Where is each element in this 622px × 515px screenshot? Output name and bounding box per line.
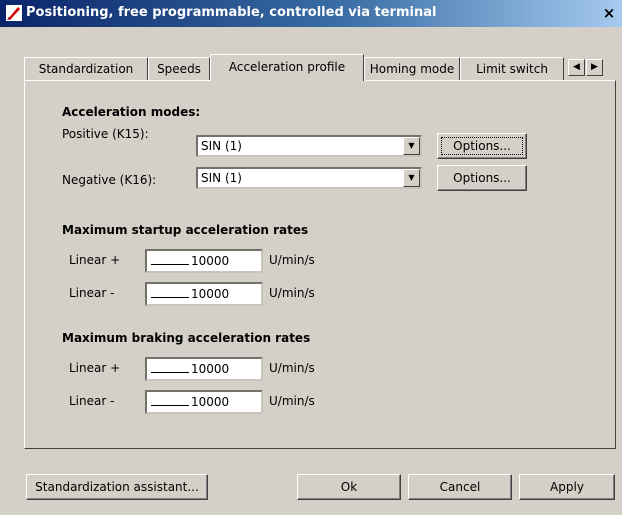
tab-strip: Standardization Speeds Acceleration prof…: [24, 54, 616, 81]
acceleration-profile-panel: Acceleration modes: Positive (K15): SIN …: [24, 80, 616, 449]
startup-linear-plus-unit: U/min/s: [269, 253, 315, 267]
apply-button[interactable]: Apply: [519, 474, 615, 500]
tab-scroll-left-icon[interactable]: ◀: [568, 59, 585, 76]
startup-linear-plus-input[interactable]: 10000: [145, 249, 263, 273]
braking-linear-plus-value: 10000: [191, 362, 230, 376]
positive-mode-dropdown[interactable]: SIN (1) ▼: [196, 135, 422, 157]
negative-options-button[interactable]: Options...: [437, 165, 527, 191]
positive-mode-value: SIN (1): [201, 139, 242, 153]
ok-button[interactable]: Ok: [297, 474, 401, 500]
braking-linear-plus-input[interactable]: 10000: [145, 357, 263, 381]
title-bar: Positioning, free programmable, controll…: [0, 0, 622, 27]
tab-speeds[interactable]: Speeds: [148, 57, 210, 80]
startup-linear-minus-label: Linear -: [69, 286, 115, 300]
startup-linear-minus-value: 10000: [191, 287, 230, 301]
close-icon[interactable]: ×: [600, 4, 618, 22]
startup-linear-plus-label: Linear +: [69, 253, 121, 267]
tab-homing-mode[interactable]: Homing mode: [364, 57, 460, 80]
tab-standardization[interactable]: Standardization: [24, 57, 148, 80]
braking-acceleration-heading: Maximum braking acceleration rates: [62, 331, 311, 345]
braking-linear-minus-value: 10000: [191, 395, 230, 409]
cancel-button[interactable]: Cancel: [408, 474, 512, 500]
startup-linear-minus-unit: U/min/s: [269, 286, 315, 300]
acceleration-modes-heading: Acceleration modes:: [62, 105, 201, 119]
braking-linear-plus-unit: U/min/s: [269, 361, 315, 375]
window-title: Positioning, free programmable, controll…: [26, 5, 437, 20]
positive-k15-label: Positive (K15):: [62, 127, 149, 141]
tab-limit-switch[interactable]: Limit switch: [460, 57, 564, 80]
negative-mode-dropdown[interactable]: SIN (1) ▼: [196, 167, 422, 189]
app-icon: [6, 5, 22, 21]
braking-linear-minus-label: Linear -: [69, 394, 115, 408]
braking-linear-plus-label: Linear +: [69, 361, 121, 375]
chevron-down-icon[interactable]: ▼: [403, 137, 420, 155]
standardization-assistant-button[interactable]: Standardization assistant...: [26, 474, 208, 500]
tab-acceleration-profile[interactable]: Acceleration profile: [210, 54, 364, 81]
negative-mode-value: SIN (1): [201, 171, 242, 185]
startup-acceleration-heading: Maximum startup acceleration rates: [62, 223, 309, 237]
tab-scroll-right-icon[interactable]: ▶: [586, 59, 603, 76]
startup-linear-plus-value: 10000: [191, 254, 230, 268]
chevron-down-icon[interactable]: ▼: [403, 169, 420, 187]
startup-linear-minus-input[interactable]: 10000: [145, 282, 263, 306]
negative-k16-label: Negative (K16):: [62, 173, 157, 187]
braking-linear-minus-input[interactable]: 10000: [145, 390, 263, 414]
braking-linear-minus-unit: U/min/s: [269, 394, 315, 408]
positive-options-button[interactable]: Options...: [437, 133, 527, 159]
